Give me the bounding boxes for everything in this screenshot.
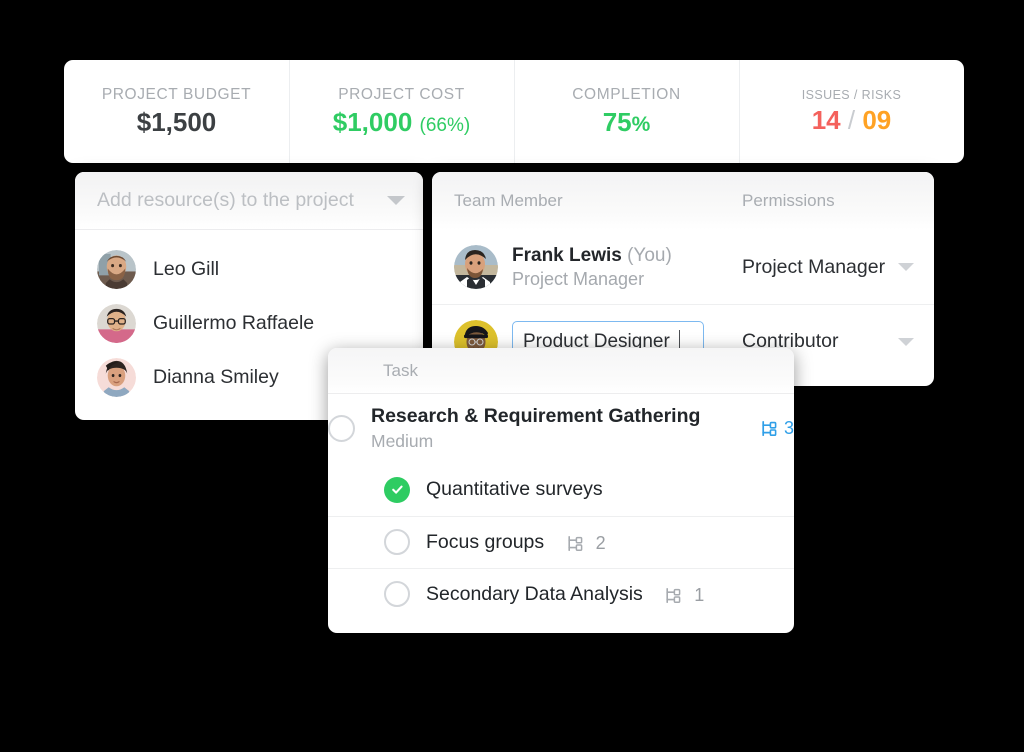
- subtask-count-badge[interactable]: 3: [761, 418, 794, 439]
- task-title: Quantitative surveys: [426, 478, 603, 501]
- column-header-permissions: Permissions: [742, 191, 914, 211]
- task-body: Secondary Data Analysis 1: [426, 582, 772, 607]
- task-title: Focus groups: [426, 530, 545, 553]
- task-table-header: Task: [328, 348, 794, 394]
- stat-issues-risks: ISSUES / RISKS 14 / 09: [739, 60, 964, 163]
- stat-label-project-budget: PROJECT BUDGET: [101, 86, 252, 104]
- subtask-tree-icon: [762, 421, 777, 437]
- stat-cost-amount: $1,000: [332, 107, 413, 138]
- task-body: Research & Requirement Gathering Medium …: [371, 404, 794, 454]
- avatar: [97, 357, 136, 397]
- table-row[interactable]: Quantitative surveys: [328, 464, 794, 516]
- member-you-tag: (You): [627, 244, 672, 266]
- task-checkbox-checked[interactable]: [384, 476, 410, 503]
- resource-select-placeholder: Add resource(s) to the project: [97, 189, 354, 211]
- avatar: [97, 249, 136, 289]
- table-row: Frank Lewis (You) Project Manager Projec…: [432, 230, 934, 304]
- column-label-team-member: Team Member: [454, 191, 563, 210]
- stat-label-issues-risks: ISSUES / RISKS: [801, 88, 902, 103]
- stat-project-budget: PROJECT BUDGET $1,500: [64, 60, 289, 163]
- permission-dropdown[interactable]: Project Manager: [742, 256, 914, 279]
- stat-risks-count: 09: [862, 105, 892, 136]
- table-row[interactable]: Secondary Data Analysis 1: [328, 567, 794, 620]
- stat-project-cost: PROJECT COST $1,000 (66%): [289, 60, 514, 163]
- avatar-photo-dianna-smiley: [97, 357, 136, 397]
- project-stats-bar: PROJECT BUDGET $1,500 PROJECT COST $1,00…: [64, 60, 964, 163]
- resource-name: Leo Gill: [153, 257, 220, 280]
- app-canvas: PROJECT BUDGET $1,500 PROJECT COST $1,00…: [0, 0, 1024, 752]
- task-main: Quantitative surveys: [426, 477, 772, 502]
- stat-value-issues-risks: 14 / 09: [812, 107, 892, 134]
- stat-issues-risks-separator: /: [847, 105, 856, 136]
- subtask-count-badge[interactable]: 2: [567, 533, 606, 554]
- table-row[interactable]: Focus groups 2: [328, 515, 794, 568]
- stat-issues-count: 14: [811, 105, 841, 136]
- task-priority: Medium: [371, 431, 434, 452]
- stat-value-completion: 75%: [603, 109, 651, 136]
- column-label-task: Task: [383, 360, 418, 380]
- member-role: Project Manager: [512, 268, 645, 289]
- task-title: Research & Requirement Gathering: [371, 405, 701, 427]
- resource-name: Dianna Smiley: [153, 365, 279, 388]
- task-main: Research & Requirement Gathering Medium: [371, 404, 761, 454]
- team-table-header: Team Member Permissions: [432, 172, 934, 230]
- chevron-down-icon[interactable]: [898, 337, 914, 346]
- stat-completion-unit: %: [631, 113, 651, 137]
- subtask-count: 1: [694, 585, 705, 606]
- avatar: [97, 303, 136, 343]
- permission-value: Project Manager: [742, 255, 886, 278]
- task-title: Secondary Data Analysis: [426, 582, 643, 605]
- avatar-photo-frank-lewis: [454, 245, 498, 289]
- member-name: Frank Lewis (You): [512, 244, 672, 268]
- list-item[interactable]: Guillermo Raffaele: [75, 296, 423, 350]
- task-main: Focus groups 2: [426, 530, 772, 555]
- resource-select-field[interactable]: Add resource(s) to the project: [75, 172, 423, 230]
- avatar-photo-guillermo-raffaele: [97, 303, 136, 343]
- avatar-photo-leo-gill: [97, 249, 136, 289]
- task-main: Secondary Data Analysis 1: [426, 582, 772, 607]
- resource-name: Guillermo Raffaele: [153, 311, 315, 334]
- column-header-team-member: Team Member: [454, 191, 742, 211]
- subtask-count: 2: [595, 533, 606, 554]
- check-icon: [391, 486, 403, 495]
- task-body: Quantitative surveys: [426, 477, 772, 502]
- list-item[interactable]: Leo Gill: [75, 242, 423, 296]
- stat-label-completion: COMPLETION: [572, 86, 681, 104]
- member-cell: Frank Lewis (You) Project Manager: [454, 244, 742, 290]
- subtask-tree-icon: [568, 536, 582, 552]
- member-info: Frank Lewis (You) Project Manager: [512, 244, 672, 290]
- subtask-tree-icon: [666, 588, 681, 604]
- subtask-count: 3: [783, 418, 794, 439]
- stat-label-project-cost: PROJECT COST: [338, 86, 465, 104]
- task-list-panel: Task Research & Requirement Gathering Me…: [328, 348, 794, 633]
- stat-completion: COMPLETION 75%: [514, 60, 739, 163]
- task-checkbox[interactable]: [328, 415, 355, 443]
- chevron-down-icon[interactable]: [387, 196, 405, 205]
- table-row[interactable]: Research & Requirement Gathering Medium …: [328, 394, 794, 464]
- stat-value-project-budget: $1,500: [136, 107, 217, 138]
- task-checkbox[interactable]: [384, 529, 410, 556]
- member-name-text: Frank Lewis: [512, 244, 622, 266]
- stat-completion-number: 75: [602, 107, 632, 138]
- task-checkbox[interactable]: [384, 581, 410, 608]
- task-body: Focus groups 2: [426, 530, 772, 555]
- avatar: [454, 245, 498, 289]
- column-label-permissions: Permissions: [742, 191, 835, 210]
- stat-cost-percent: (66%): [419, 115, 471, 137]
- chevron-down-icon[interactable]: [898, 263, 914, 271]
- stat-value-project-cost: $1,000 (66%): [333, 109, 470, 136]
- subtask-count-badge[interactable]: 1: [665, 585, 704, 606]
